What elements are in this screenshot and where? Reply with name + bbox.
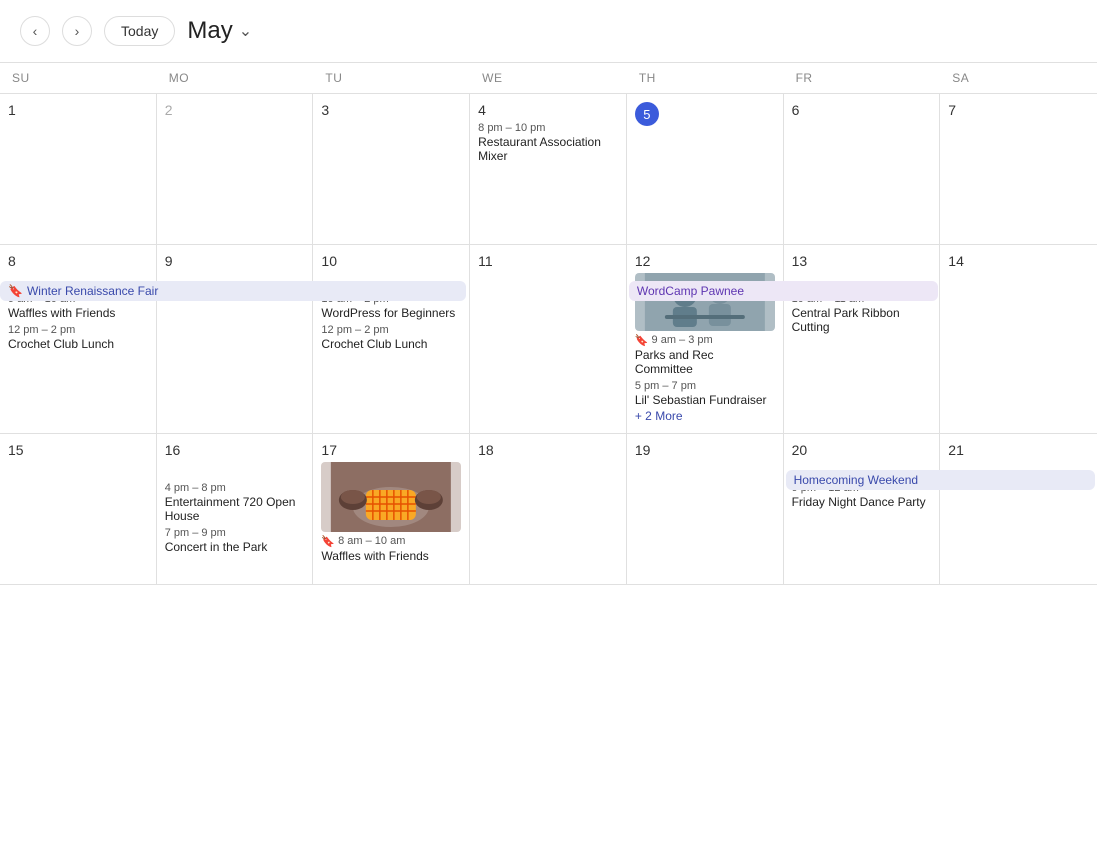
event-time: 4 pm – 8 pm	[165, 482, 305, 494]
more-events-link[interactable]: + 2 More	[635, 407, 775, 425]
spanning-event-winter-renaissance[interactable]: 🔖 Winter Renaissance Fair	[0, 281, 466, 301]
day-20: 20 9 pm – 12 am Friday Night Dance Party	[784, 434, 941, 584]
day-num: 3	[321, 102, 461, 118]
event-time: 12 pm – 2 pm	[321, 324, 461, 336]
day-18: 18	[470, 434, 627, 584]
week-row-3: Homecoming Weekend 15 16 4 pm – 8 pm Ent…	[0, 434, 1097, 585]
day-16: 16 4 pm – 8 pm Entertainment 720 Open Ho…	[157, 434, 314, 584]
day-num: 13	[792, 253, 932, 269]
day-num-today: 5	[635, 102, 659, 126]
day-3: 3	[313, 94, 470, 244]
day-header-we: WE	[470, 63, 627, 93]
day-header-th: TH	[627, 63, 784, 93]
day-8: 8 9 am – 10 am Waffles with Friends 12 p…	[0, 245, 157, 433]
spanning-event-label: Homecoming Weekend	[794, 473, 919, 487]
day-10: 10 10 am – 2 pm WordPress for Beginners …	[313, 245, 470, 433]
flag-icon: 🔖	[8, 284, 23, 298]
day-2: 2	[157, 94, 314, 244]
day-num: 12	[635, 253, 775, 269]
day-headers: SU MO TU WE TH FR SA	[0, 63, 1097, 94]
day-num: 15	[8, 442, 148, 458]
day-header-fr: FR	[784, 63, 941, 93]
day-num: 20	[792, 442, 932, 458]
day-num: 6	[792, 102, 932, 118]
today-button[interactable]: Today	[104, 16, 175, 46]
event-time: 12 pm – 2 pm	[8, 324, 148, 336]
day-num: 7	[948, 102, 1089, 118]
event-time: 8 am – 10 am	[338, 535, 405, 547]
month-title[interactable]: May ⌄	[187, 17, 252, 45]
day-header-mo: MO	[157, 63, 314, 93]
flag-icon: 🔖	[635, 334, 649, 347]
event-time: 7 pm – 9 pm	[165, 527, 305, 539]
day-num: 16	[165, 442, 305, 458]
day-num: 8	[8, 253, 148, 269]
week-row-1: 1 2 3 4 8 pm – 10 pm Restaurant Associat…	[0, 94, 1097, 245]
day-num: 9	[165, 253, 305, 269]
day-1: 1	[0, 94, 157, 244]
event-food-image	[321, 462, 461, 532]
day-9: 9	[157, 245, 314, 433]
event-title[interactable]: Waffles with Friends	[321, 549, 461, 563]
event-title[interactable]: Concert in the Park	[165, 540, 305, 554]
day-num: 4	[478, 102, 618, 118]
event-title[interactable]: Lil' Sebastian Fundraiser	[635, 393, 775, 407]
day-4: 4 8 pm – 10 pm Restaurant Association Mi…	[470, 94, 627, 244]
spanning-event-wordcamp[interactable]: WordCamp Pawnee	[629, 281, 938, 301]
next-button[interactable]: ›	[62, 16, 92, 46]
day-num: 21	[948, 442, 1089, 458]
event-title[interactable]: Crochet Club Lunch	[321, 337, 461, 351]
day-15: 15	[0, 434, 157, 584]
day-header-sa: SA	[940, 63, 1097, 93]
event-time: 9 am – 3 pm	[652, 334, 713, 346]
day-num: 17	[321, 442, 461, 458]
day-11: 11	[470, 245, 627, 433]
day-num: 10	[321, 253, 461, 269]
month-chevron-icon: ⌄	[239, 21, 252, 41]
event-title[interactable]: WordPress for Beginners	[321, 306, 461, 320]
event-sebastian: 5 pm – 7 pm Lil' Sebastian Fundraiser	[635, 380, 775, 407]
day-num: 14	[948, 253, 1089, 269]
event-title[interactable]: Waffles with Friends	[8, 306, 148, 320]
parks-rec-title[interactable]: Parks and Rec Committee	[635, 348, 775, 376]
spanning-event-homecoming[interactable]: Homecoming Weekend	[786, 470, 1095, 490]
day-num: 19	[635, 442, 775, 458]
spanning-event-label: WordCamp Pawnee	[637, 284, 744, 298]
event-title[interactable]: Restaurant Association Mixer	[478, 135, 618, 163]
day-14: 14	[940, 245, 1097, 433]
event-time: 5 pm – 7 pm	[635, 380, 775, 392]
day-12: 12	[627, 245, 784, 433]
prev-button[interactable]: ‹	[20, 16, 50, 46]
day-7: 7	[940, 94, 1097, 244]
day-num: 11	[478, 253, 618, 269]
day-17: 17	[313, 434, 470, 584]
calendar-grid: SU MO TU WE TH FR SA 1 2 3 4 8 pm – 10 p…	[0, 62, 1097, 585]
day-6: 6	[784, 94, 941, 244]
day-5: 5	[627, 94, 784, 244]
day-header-su: SU	[0, 63, 157, 93]
flag-icon: 🔖	[321, 535, 335, 548]
day-13: 13 10 am – 11 am Central Park Ribbon Cut…	[784, 245, 941, 433]
month-label: May	[187, 17, 232, 45]
friday-night-title[interactable]: Friday Night Dance Party	[792, 495, 932, 509]
week-row-2: 🔖 Winter Renaissance Fair WordCamp Pawne…	[0, 245, 1097, 434]
event-waffles-image[interactable]: 🔖 8 am – 10 am Waffles with Friends	[321, 462, 461, 563]
day-num: 1	[8, 102, 148, 118]
day-19: 19	[627, 434, 784, 584]
central-park-title[interactable]: Central Park Ribbon Cutting	[792, 306, 932, 334]
day-num: 2	[165, 102, 305, 118]
day-num: 18	[478, 442, 618, 458]
day-21: 21	[940, 434, 1097, 584]
event-title[interactable]: Entertainment 720 Open House	[165, 495, 305, 523]
event-time: 8 pm – 10 pm	[478, 122, 618, 134]
calendar-header: ‹ › Today May ⌄	[0, 0, 1097, 62]
event-title[interactable]: Crochet Club Lunch	[8, 337, 148, 351]
day-header-tu: TU	[313, 63, 470, 93]
spanning-event-label: Winter Renaissance Fair	[27, 284, 158, 298]
